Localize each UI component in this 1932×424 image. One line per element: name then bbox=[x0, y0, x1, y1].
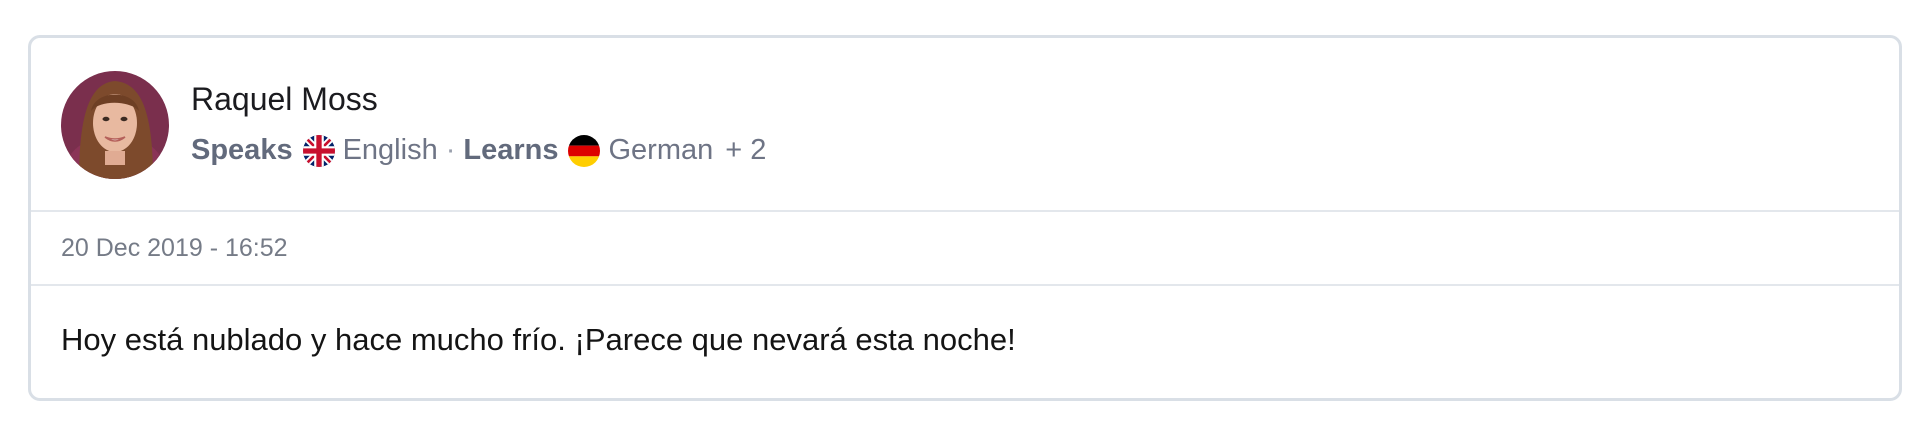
uk-flag-icon bbox=[302, 134, 335, 167]
native-language: English bbox=[342, 134, 438, 166]
post-text: Hoy está nublado y hace mucho frío. ¡Par… bbox=[61, 322, 1016, 357]
germany-flag-icon bbox=[568, 134, 601, 167]
speaks-label: Speaks bbox=[191, 134, 293, 166]
language-separator: · bbox=[445, 134, 456, 166]
post-timestamp: 20 Dec 2019 - 16:52 bbox=[61, 234, 288, 262]
more-languages[interactable]: + 2 bbox=[725, 134, 766, 167]
learns-label: Learns bbox=[463, 134, 559, 166]
author-languages: Speaks English · Learns German + 2 bbox=[191, 134, 766, 167]
post-card: Raquel Moss Speaks English · Learns Germ… bbox=[28, 35, 1902, 401]
post-meta: 20 Dec 2019 - 16:52 bbox=[31, 212, 1899, 286]
author-name[interactable]: Raquel Moss bbox=[191, 81, 378, 118]
avatar-photo bbox=[61, 71, 169, 179]
learning-language: German bbox=[608, 134, 714, 166]
post-header: Raquel Moss Speaks English · Learns Germ… bbox=[31, 38, 1899, 212]
author-avatar[interactable] bbox=[61, 71, 169, 179]
post-body: Hoy está nublado y hace mucho frío. ¡Par… bbox=[31, 286, 1899, 398]
